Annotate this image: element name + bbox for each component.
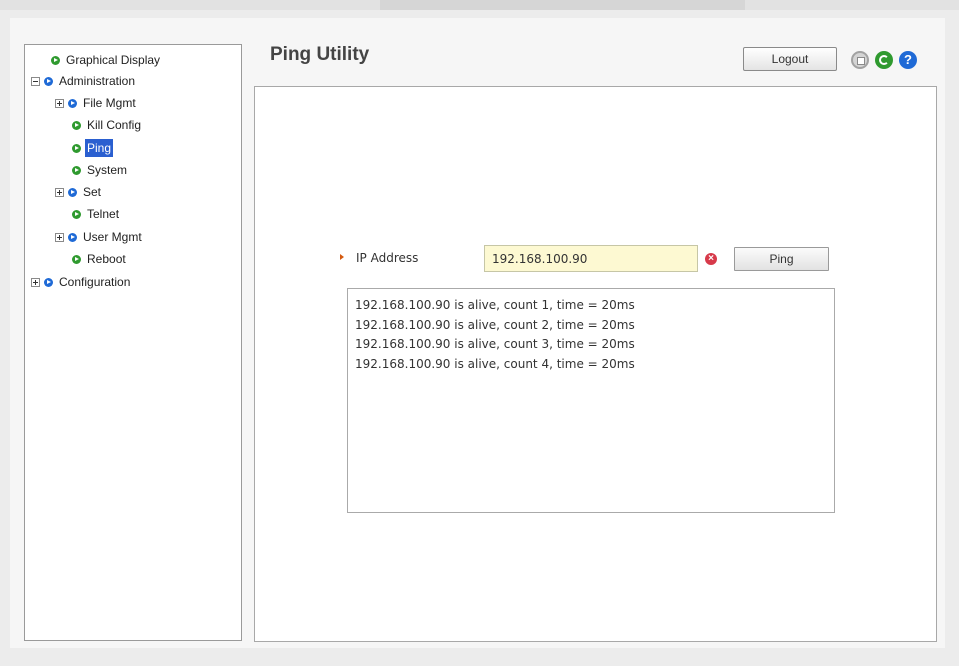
output-line: 192.168.100.90 is alive, count 1, time =… — [355, 298, 635, 312]
save-icon[interactable] — [851, 51, 869, 69]
tree-item-label: Kill Config — [87, 118, 142, 132]
expand-icon[interactable] — [55, 98, 64, 108]
output-line: 192.168.100.90 is alive, count 2, time =… — [355, 317, 635, 332]
tree-item-system[interactable]: System — [72, 161, 129, 179]
tree-item-label: File Mgmt — [83, 96, 136, 110]
tree-item-set[interactable]: Set — [55, 183, 103, 201]
ping-output-box[interactable]: 192.168.100.90 is alive, count 1, time =… — [347, 288, 835, 513]
green-node-icon — [72, 209, 81, 219]
clear-icon[interactable]: × — [705, 253, 717, 265]
blue-node-icon — [68, 187, 77, 197]
expand-icon[interactable] — [55, 232, 64, 242]
tree-item-kill-config[interactable]: Kill Config — [72, 116, 143, 134]
help-icon[interactable]: ? — [899, 51, 917, 69]
green-node-icon — [51, 55, 60, 65]
tree-item-administration[interactable]: Administration — [31, 72, 137, 90]
green-node-icon — [72, 143, 81, 153]
tree-item-label: Telnet — [87, 207, 120, 221]
top-bar — [0, 0, 959, 10]
tree-item-label-selected: Ping — [85, 139, 114, 157]
ping-button[interactable]: Ping — [734, 247, 829, 271]
tree-item-file-mgmt[interactable]: File Mgmt — [55, 94, 138, 112]
ip-address-input[interactable] — [484, 245, 698, 272]
output-line: 192.168.100.90 is alive, count 4, time =… — [355, 356, 635, 371]
green-node-icon — [72, 254, 81, 264]
tree-item-ping[interactable]: Ping — [72, 139, 114, 157]
green-node-icon — [72, 165, 81, 175]
logout-button[interactable]: Logout — [743, 47, 837, 71]
tree-item-label: Graphical Display — [66, 53, 161, 67]
tree-item-label: System — [87, 163, 128, 177]
page-title: Ping Utility — [270, 44, 370, 65]
top-bar-center — [380, 0, 745, 10]
tree-item-user-mgmt[interactable]: User Mgmt — [55, 228, 144, 246]
expand-icon[interactable] — [31, 277, 40, 287]
tree-item-label: Configuration — [59, 275, 131, 289]
tree-item-reboot[interactable]: Reboot — [72, 250, 128, 268]
blue-node-icon — [44, 277, 53, 287]
blue-node-icon — [44, 76, 53, 86]
tree-item-telnet[interactable]: Telnet — [72, 205, 121, 223]
output-line: 192.168.100.90 is alive, count 3, time =… — [355, 337, 635, 351]
blue-node-icon — [68, 98, 77, 108]
tree-item-label: Reboot — [87, 252, 126, 266]
tree-item-label: User Mgmt — [83, 230, 142, 244]
green-node-icon — [72, 120, 81, 130]
tree-item-label: Set — [83, 185, 102, 199]
field-marker-icon — [340, 254, 344, 260]
tree-item-label: Administration — [59, 74, 136, 88]
refresh-icon[interactable] — [875, 51, 893, 69]
navigation-tree: Graphical Display Administration File Mg… — [24, 44, 242, 641]
tree-item-configuration[interactable]: Configuration — [31, 273, 132, 291]
ip-address-label: IP Address — [356, 251, 419, 265]
blue-node-icon — [68, 232, 77, 242]
tree-item-graphical-display[interactable]: Graphical Display — [51, 51, 162, 69]
expand-icon[interactable] — [55, 187, 64, 197]
collapse-icon[interactable] — [31, 76, 40, 86]
